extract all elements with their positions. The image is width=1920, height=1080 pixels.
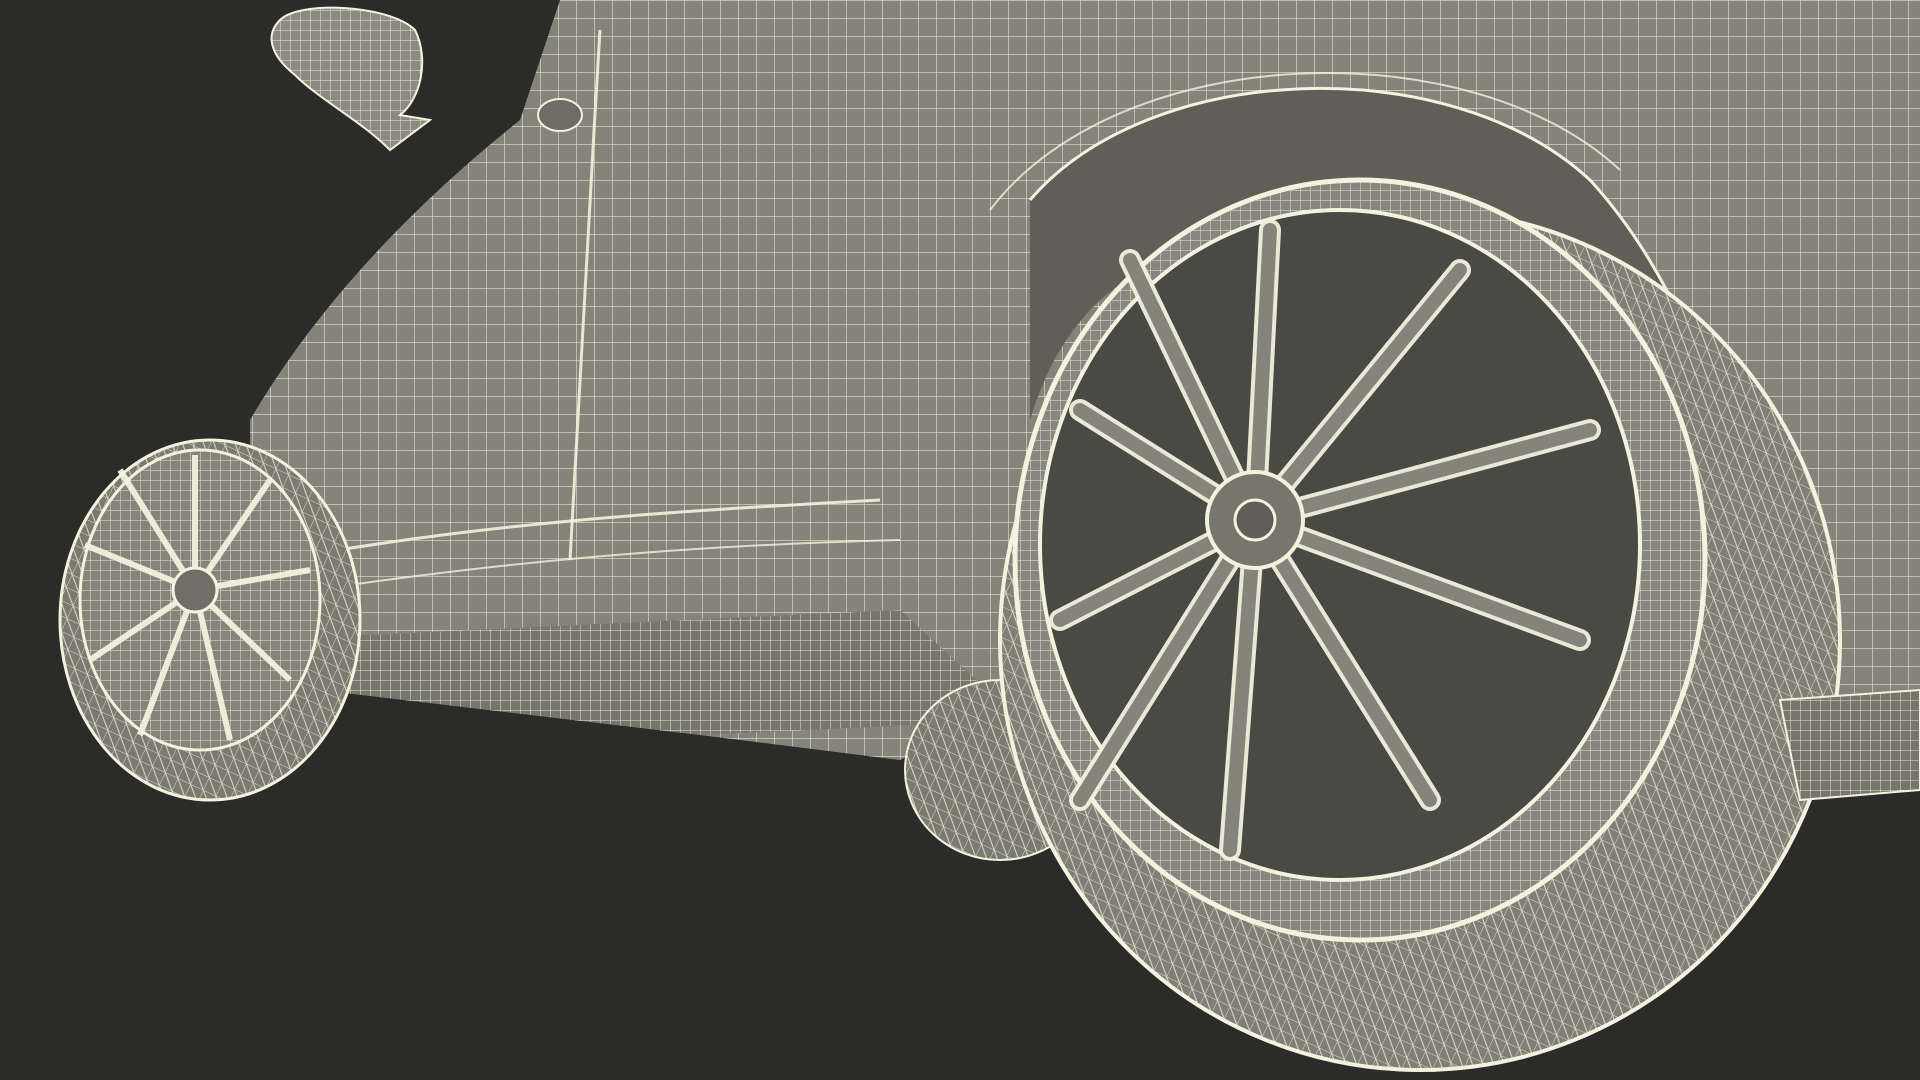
render-viewport — [0, 0, 1920, 1080]
rear-bumper — [1778, 688, 1920, 802]
side-mirror — [270, 6, 433, 152]
car-wireframe-render — [58, 0, 1920, 1072]
front-wheel-hub — [171, 566, 219, 614]
hub-logo-icon — [1233, 498, 1277, 542]
front-wheel — [58, 438, 362, 802]
